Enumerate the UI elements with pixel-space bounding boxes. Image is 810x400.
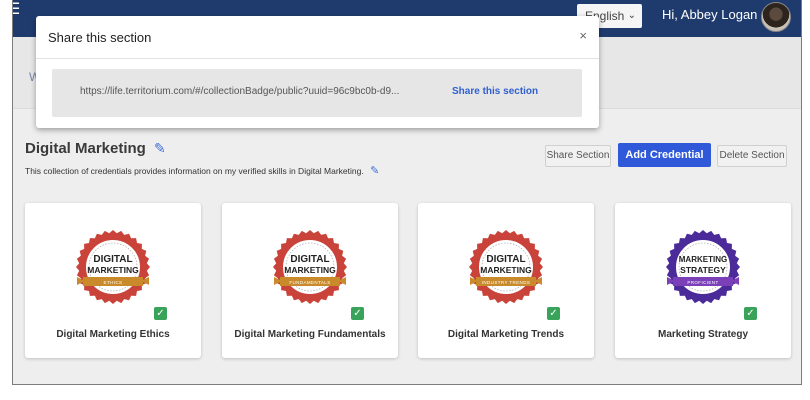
share-url-box: https://life.territorium.com/#/collectio…	[52, 69, 582, 117]
close-icon[interactable]: ×	[579, 28, 587, 43]
badge-ribbon-text: INDUSTRY TRENDS	[482, 280, 531, 285]
section-description-wrap: This collection of credentials provides …	[25, 164, 379, 177]
share-this-section-link[interactable]: Share this section	[452, 86, 538, 97]
credential-card[interactable]: MARKETING STRATEGY PROFICIENT ✓ Marketing …	[615, 203, 791, 358]
badge-line2: MARKETING	[87, 265, 139, 275]
badge-image: DIGITALMARKETING ETHICS	[76, 230, 150, 304]
add-credential-button[interactable]: Add Credential	[618, 143, 711, 167]
user-greeting[interactable]: Hi, Abbey Logan	[662, 7, 757, 22]
badge-line1: MARKETING	[679, 255, 727, 264]
badge-line2: MARKETING	[284, 265, 336, 275]
credential-card[interactable]: DIGITAL MARKETING FUNDAMENTALS ✓ Digital M…	[222, 203, 398, 358]
credential-label: Marketing Strategy	[657, 329, 749, 340]
section-description: This collection of credentials provides …	[25, 166, 364, 176]
credential-label: Digital Marketing Fundamentals	[234, 329, 386, 340]
badge-ribbon-text: PROFICIENT	[687, 280, 718, 285]
credential-label: Digital Marketing Trends	[447, 329, 565, 340]
verified-check-icon: ✓	[154, 307, 167, 320]
section-title-wrap: Digital Marketing ✎	[25, 140, 166, 157]
chevron-down-icon: ⌄	[627, 10, 636, 21]
badge-image: DIGITALMARKETING INDUSTRY TRENDS	[469, 230, 543, 304]
share-modal: Share this section × https://life.territ…	[36, 16, 599, 128]
frame-border	[12, 384, 802, 385]
badge-ribbon-text: FUNDAMENTALS	[289, 280, 330, 285]
modal-divider	[36, 58, 599, 59]
badge-image: DIGITALMARKETING FUNDAMENTALS	[273, 230, 347, 304]
frame-border	[12, 0, 13, 385]
credential-card[interactable]: DIGITAL MARKETING INDUSTRY TRENDS ✓ Digita…	[418, 203, 594, 358]
badge-ribbon-text: ETHICS	[104, 280, 123, 285]
badge-line1: DIGITAL	[93, 254, 132, 265]
section-title: Digital Marketing	[25, 140, 146, 157]
share-section-button[interactable]: Share Section	[545, 145, 611, 167]
menu-icon[interactable]: ☰	[12, 2, 20, 18]
verified-check-icon: ✓	[351, 307, 364, 320]
share-url-text[interactable]: https://life.territorium.com/#/collectio…	[80, 86, 399, 97]
verified-check-icon: ✓	[744, 307, 757, 320]
verified-check-icon: ✓	[547, 307, 560, 320]
credential-card[interactable]: DIGITAL MARKETING ETHICS ✓ Digital Marketi…	[25, 203, 201, 358]
modal-title: Share this section	[48, 30, 152, 45]
frame-border	[801, 0, 802, 385]
badge-line1: DIGITAL	[290, 254, 329, 265]
badge-line1: DIGITAL	[486, 254, 525, 265]
badge-image: MARKETINGSTRATEGY PROFICIENT	[666, 230, 740, 304]
edit-description-icon[interactable]: ✎	[370, 164, 379, 177]
edit-title-icon[interactable]: ✎	[154, 140, 166, 157]
badge-line2: STRATEGY	[680, 265, 726, 275]
badge-line2: MARKETING	[480, 265, 532, 275]
delete-section-button[interactable]: Delete Section	[717, 145, 787, 167]
avatar[interactable]	[761, 2, 791, 32]
credential-label: Digital Marketing Ethics	[56, 329, 170, 340]
